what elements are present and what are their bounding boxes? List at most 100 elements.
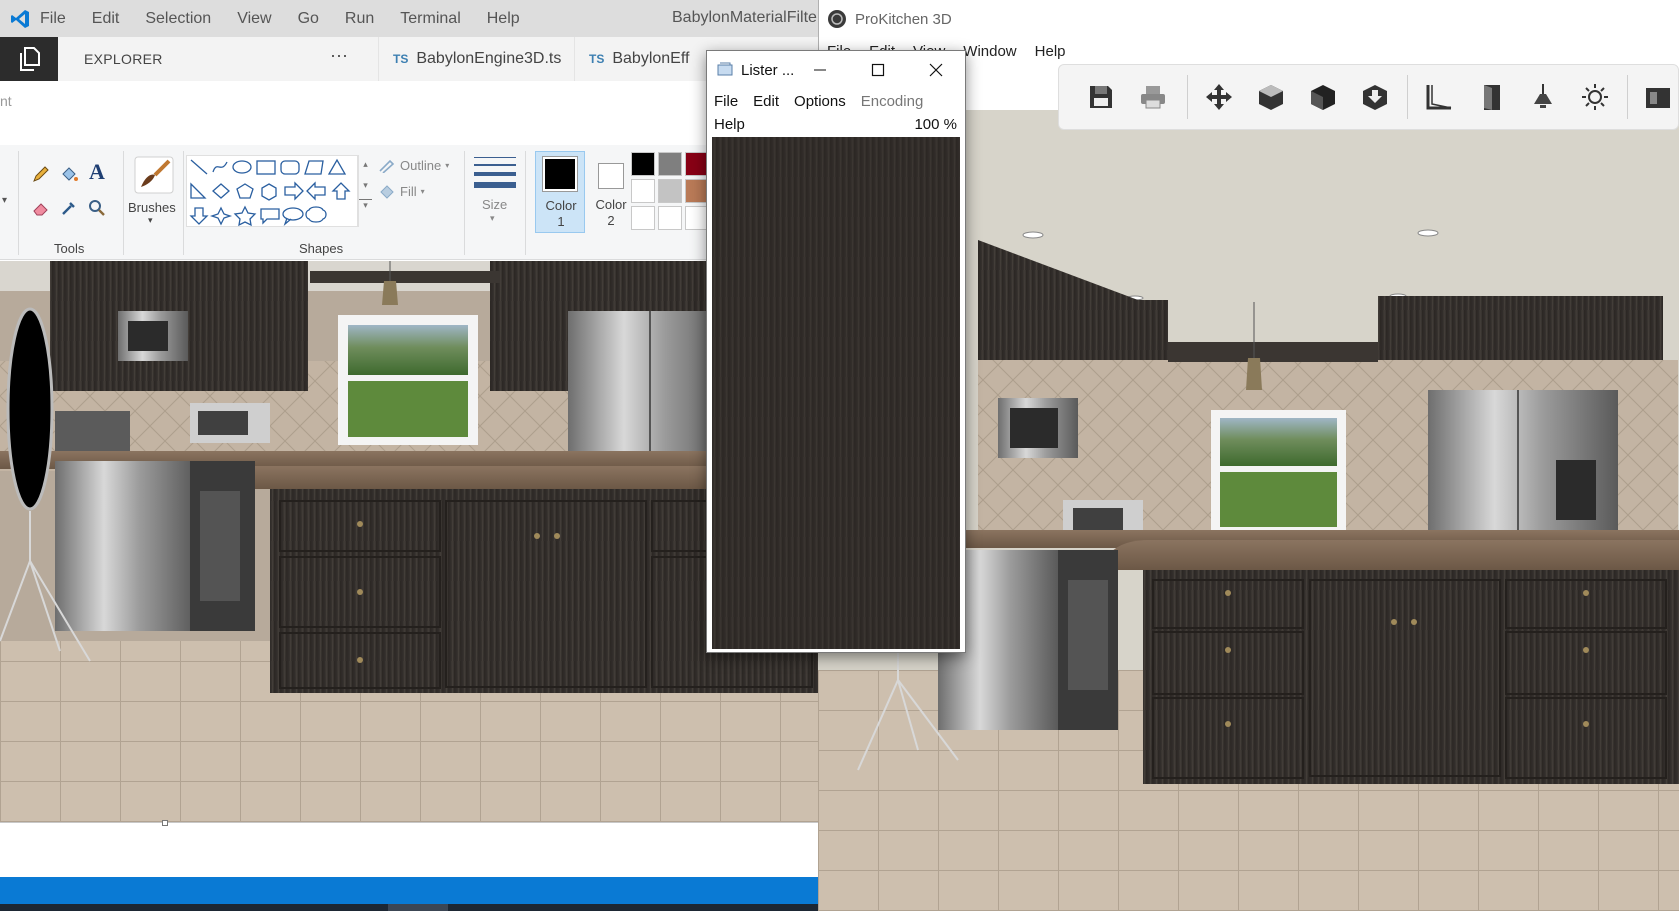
more-actions-icon[interactable]: ··· xyxy=(330,45,348,66)
paint-quickbar: nt xyxy=(0,81,818,145)
lamp-icon[interactable] xyxy=(1523,77,1563,117)
menu-file[interactable]: File xyxy=(40,10,66,28)
wall-icon[interactable] xyxy=(1419,77,1459,117)
color2-number: 2 xyxy=(607,213,615,228)
lister-title: Lister ... xyxy=(741,61,795,79)
paint-canvas-area-empty xyxy=(0,820,818,877)
palette-custom-2[interactable] xyxy=(658,206,682,230)
typescript-icon: TS xyxy=(589,52,605,66)
menu-edit[interactable]: Edit xyxy=(92,10,120,28)
box-down-icon[interactable] xyxy=(1355,77,1395,117)
fill-label: Fill xyxy=(400,183,417,199)
vscode-tabbar: EXPLORER ··· TS BabylonEngine3D.ts TS Ba… xyxy=(0,37,818,81)
lister-menu-file[interactable]: File xyxy=(714,93,738,110)
tab-label: BabylonEff xyxy=(612,50,690,67)
resize-handle[interactable] xyxy=(162,820,168,826)
palette-white[interactable] xyxy=(631,179,655,203)
explorer-label: EXPLORER xyxy=(84,51,163,67)
outline-icon xyxy=(379,159,395,173)
pencil-icon[interactable] xyxy=(30,163,52,185)
collapse-arrow-icon[interactable]: ▾ xyxy=(2,195,7,206)
save-icon[interactable] xyxy=(1081,77,1121,117)
menu-go[interactable]: Go xyxy=(298,10,319,28)
close-icon[interactable] xyxy=(907,51,965,89)
tools-group-label: Tools xyxy=(54,241,85,256)
menu-terminal[interactable]: Terminal xyxy=(400,10,460,28)
sun-icon[interactable] xyxy=(1575,77,1615,117)
paint-title-fragment: nt xyxy=(0,93,12,109)
door-icon[interactable] xyxy=(1471,77,1511,117)
lister-window[interactable]: Lister ... File Edit Options Encoding He… xyxy=(706,50,966,653)
eraser-icon[interactable] xyxy=(30,197,52,219)
window-title: BabylonMaterialFilter... xyxy=(672,9,835,26)
typescript-icon: TS xyxy=(393,52,409,66)
text-tool-icon[interactable]: A xyxy=(86,159,108,184)
outline-dropdown[interactable]: Outline ▾ xyxy=(378,157,449,173)
color1-swatch xyxy=(542,156,578,192)
vscode-statusbar xyxy=(0,877,818,904)
menu-help[interactable]: Help xyxy=(487,10,520,28)
vscode-logo-icon[interactable] xyxy=(0,0,40,37)
pk-menu-help[interactable]: Help xyxy=(1035,43,1066,60)
box-solid-icon[interactable] xyxy=(1303,77,1343,117)
lister-menubar-row2: Help 100 % xyxy=(707,113,965,137)
shapes-gallery[interactable] xyxy=(186,155,358,227)
lister-menu-encoding[interactable]: Encoding xyxy=(861,93,924,110)
outline-label: Outline xyxy=(400,157,442,173)
menu-run[interactable]: Run xyxy=(345,10,374,28)
color2-label: Color xyxy=(595,197,627,212)
color1-number: 1 xyxy=(557,214,565,229)
box-open-icon[interactable] xyxy=(1251,77,1291,117)
palette-custom-1[interactable] xyxy=(631,206,655,230)
menu-selection[interactable]: Selection xyxy=(145,10,211,28)
size-label[interactable]: Size xyxy=(482,197,507,212)
brush-icon[interactable] xyxy=(130,153,178,197)
fill-icon xyxy=(380,185,394,199)
lister-menu-help[interactable]: Help xyxy=(714,116,745,133)
palette-black[interactable] xyxy=(631,152,655,176)
print-icon[interactable] xyxy=(1133,77,1173,117)
explorer-files-icon[interactable] xyxy=(0,37,58,81)
size-dropdown-icon[interactable]: ▾ xyxy=(490,213,495,224)
color2-swatch xyxy=(598,163,624,189)
gallery-expand-icon[interactable]: ▾ xyxy=(359,199,372,211)
lister-menu-options[interactable]: Options xyxy=(794,93,846,110)
brushes-dropdown-icon[interactable]: ▾ xyxy=(148,215,153,226)
prokitchen-toolbar xyxy=(1058,64,1679,130)
fill-bucket-icon[interactable] xyxy=(58,163,80,185)
maximize-icon[interactable] xyxy=(849,51,907,89)
color-picker-icon[interactable] xyxy=(58,197,80,219)
color2-button[interactable]: Color 2 xyxy=(586,151,636,233)
shapes-group-label: Shapes xyxy=(299,241,344,256)
taskbar-active-item[interactable] xyxy=(388,904,448,911)
minimize-icon[interactable] xyxy=(791,51,849,89)
fill-dropdown[interactable]: Fill ▾ xyxy=(378,183,425,199)
prokitchen-logo-icon xyxy=(828,10,846,28)
cabinet-icon[interactable] xyxy=(1637,77,1677,117)
magnifier-icon[interactable] xyxy=(86,197,108,219)
gallery-up-icon[interactable]: ▴ xyxy=(359,159,372,170)
prokitchen-title: ProKitchen 3D xyxy=(855,10,952,28)
menu-view[interactable]: View xyxy=(237,10,271,28)
tab-babylonengine3d[interactable]: TS BabylonEngine3D.ts xyxy=(378,37,574,81)
paint-canvas-kitchen-image[interactable] xyxy=(0,261,818,822)
palette-lightgray[interactable] xyxy=(658,179,682,203)
pk-menu-window[interactable]: Window xyxy=(963,43,1016,60)
move-icon[interactable] xyxy=(1199,77,1239,117)
taskbar xyxy=(0,904,818,911)
gallery-down-icon[interactable]: ▾ xyxy=(359,180,372,191)
palette-gray[interactable] xyxy=(658,152,682,176)
lister-zoom-level: 100 % xyxy=(914,116,957,133)
brushes-label[interactable]: Brushes xyxy=(128,200,176,215)
paint-ribbon: ▾ A Tools Brushes ▾ ▴ ▾ ▾ Outline ▾ Fill… xyxy=(0,145,818,260)
lister-menu-edit[interactable]: Edit xyxy=(753,93,779,110)
color1-label: Color xyxy=(545,198,577,213)
prokitchen-titlebar: ProKitchen 3D xyxy=(819,0,1679,38)
tab-label: BabylonEngine3D.ts xyxy=(416,50,562,67)
color1-button[interactable]: Color 1 xyxy=(535,151,585,233)
lister-menubar: File Edit Options Encoding xyxy=(707,89,965,113)
size-lines-icon[interactable] xyxy=(474,155,516,189)
wood-texture-image xyxy=(712,137,960,649)
vscode-titlebar: File Edit Selection View Go Run Terminal… xyxy=(0,0,835,37)
tab-babyloneffect[interactable]: TS BabylonEff xyxy=(574,37,706,81)
